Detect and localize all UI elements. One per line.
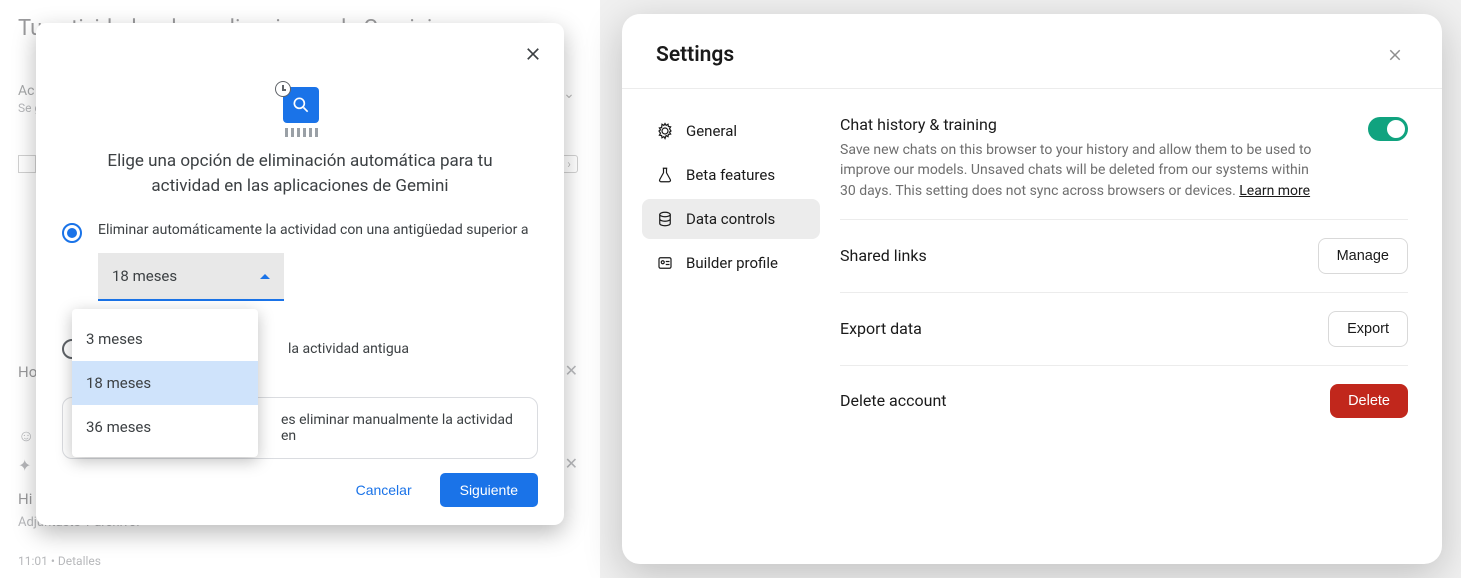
bg-close-x-2: ✕ xyxy=(565,454,578,473)
row-delete-account: Delete account Delete xyxy=(840,366,1408,436)
dialog-illustration xyxy=(273,83,327,137)
dropdown-option-3m[interactable]: 3 meses xyxy=(72,317,258,361)
dialog-footer: Cancelar Siguiente xyxy=(338,473,538,507)
nav-beta-label: Beta features xyxy=(686,166,775,184)
close-icon xyxy=(1386,46,1404,64)
export-data-title: Export data xyxy=(840,319,922,338)
duration-select-value: 18 meses xyxy=(112,267,177,285)
chat-history-toggle[interactable] xyxy=(1368,117,1408,141)
shredder-icon xyxy=(281,127,321,137)
duration-dropdown: 3 meses 18 meses 36 meses xyxy=(72,309,258,457)
bg-spark-icon: ✦ xyxy=(18,456,31,475)
bg-close-x-1: ✕ xyxy=(565,361,578,380)
nav-beta[interactable]: Beta features xyxy=(642,155,820,195)
export-button[interactable]: Export xyxy=(1328,311,1408,347)
row-shared-links: Shared links Manage xyxy=(840,220,1408,293)
duration-select[interactable]: 18 meses xyxy=(98,253,284,301)
profile-card-icon xyxy=(656,254,674,272)
cancel-button[interactable]: Cancelar xyxy=(338,473,430,507)
option-auto-delete[interactable]: Eliminar automáticamente la actividad co… xyxy=(62,222,538,243)
settings-header: Settings xyxy=(622,14,1442,89)
bg-footer: 11:01 • Detalles xyxy=(18,554,101,568)
bg-row-ho: Ho xyxy=(18,363,37,381)
row-export-data: Export data Export xyxy=(840,293,1408,366)
dialog-heading: Elige una opción de eliminación automáti… xyxy=(62,149,538,198)
nav-data-controls-label: Data controls xyxy=(686,210,775,228)
learn-more-link[interactable]: Learn more xyxy=(1239,183,1310,199)
dropdown-option-18m[interactable]: 18 meses xyxy=(72,361,258,405)
nav-builder-profile-label: Builder profile xyxy=(686,254,778,272)
dropdown-option-36m[interactable]: 36 meses xyxy=(72,405,258,449)
chat-history-title: Chat history & training xyxy=(840,115,1320,134)
database-icon xyxy=(656,210,674,228)
next-button[interactable]: Siguiente xyxy=(440,473,538,507)
auto-delete-dialog: Elige una opción de eliminación automáti… xyxy=(36,23,564,525)
nav-general-label: General xyxy=(686,122,737,140)
nav-builder-profile[interactable]: Builder profile xyxy=(642,243,820,283)
settings-dialog: Settings General Beta features Data cont… xyxy=(622,14,1442,564)
bg-row-hi: Hi xyxy=(18,490,32,508)
caret-up-icon xyxy=(260,274,270,279)
row-chat-history: Chat history & training Save new chats o… xyxy=(840,115,1408,220)
bg-emoji-icon: ☺ xyxy=(18,426,34,446)
clock-icon xyxy=(275,81,291,97)
flask-icon xyxy=(656,166,674,184)
settings-sidebar: General Beta features Data controls Buil… xyxy=(622,89,832,436)
option-auto-delete-label: Eliminar automáticamente la actividad co… xyxy=(98,222,528,238)
settings-close-button[interactable] xyxy=(1382,42,1408,68)
gear-icon xyxy=(656,122,674,140)
close-button[interactable] xyxy=(519,40,547,68)
bg-square-icon xyxy=(18,155,36,173)
shared-links-title: Shared links xyxy=(840,246,927,265)
nav-data-controls[interactable]: Data controls xyxy=(642,199,820,239)
radio-auto-delete[interactable] xyxy=(62,223,82,243)
delete-account-title: Delete account xyxy=(840,391,947,410)
close-icon xyxy=(523,44,543,64)
manage-button[interactable]: Manage xyxy=(1318,238,1408,274)
settings-main: Chat history & training Save new chats o… xyxy=(832,89,1442,436)
nav-general[interactable]: General xyxy=(642,111,820,151)
delete-button[interactable]: Delete xyxy=(1330,384,1408,418)
settings-title: Settings xyxy=(656,43,734,67)
chat-history-desc: Save new chats on this browser to your h… xyxy=(840,140,1320,201)
